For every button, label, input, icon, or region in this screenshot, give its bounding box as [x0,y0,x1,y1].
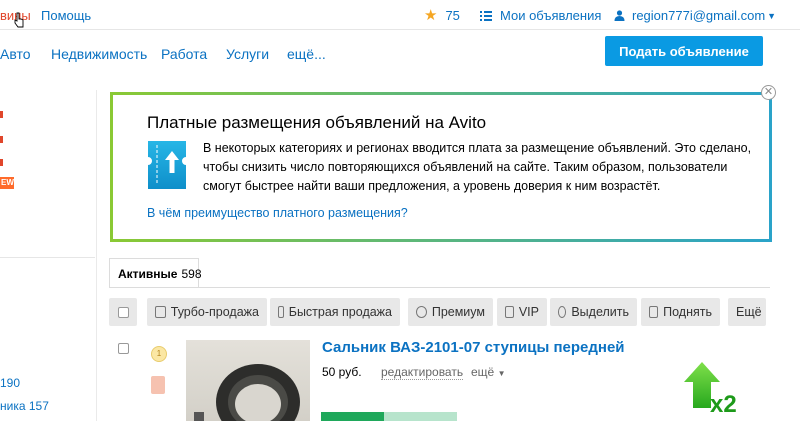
select-all-checkbox[interactable] [117,306,129,318]
edit-listing-link[interactable]: редактировать [381,365,464,380]
sidebar-count[interactable]: ника 157 [0,399,49,413]
premium-button[interactable]: Премиум [408,298,493,326]
turbo-sale-label: Турбо-продажа [170,305,259,319]
listing-checkbox[interactable] [118,343,129,354]
nav-item-more[interactable]: ещё... [287,46,326,62]
chevron-down-icon: ▼ [767,10,777,21]
oil-seal-image [194,364,300,421]
raise-label: Поднять [663,305,712,319]
listing-progress-bar [321,412,457,421]
tab-active[interactable]: Активные 598 [109,258,202,288]
fast-sale-label: Быстрая продажа [288,305,392,319]
listing-thumbnail[interactable] [186,340,310,421]
ticket-icon [148,141,186,189]
vip-button[interactable]: VIP [497,298,547,326]
favorites-link[interactable]: ★ 75 [424,8,460,23]
toolbar-more-button[interactable]: Ещё [728,298,766,326]
highlight-label: Выделить [571,305,629,319]
clock-icon [416,306,427,318]
vip-label: VIP [518,305,539,319]
user-icon [614,10,625,21]
my-ads-label: Мои объявления [500,8,602,23]
chevron-down-icon: ▼ [497,369,506,378]
up-arrow-icon [649,306,659,318]
hand-cursor-icon [14,12,24,28]
gift-icon [278,306,284,318]
sidebar-border [96,90,97,421]
notice-learn-more-link[interactable]: В чём преимущество платного размещения? [147,206,408,220]
list-icon [480,10,492,21]
listing-progress-fill [321,412,384,421]
sidebar-marker [0,136,3,143]
sidebar-marker [0,111,3,118]
sidebar-count[interactable]: 190 [0,376,20,390]
select-all-button[interactable] [109,298,137,326]
listing-more-label: ещё [471,365,495,379]
sidebar-divider [0,257,95,258]
raise-button[interactable]: Поднять [641,298,720,326]
badge-circle-icon: 1 [151,346,167,362]
nav-item-realty[interactable]: Недвижимость [51,46,147,62]
listing-price: 50 руб. [322,365,362,379]
status-badge-icon [151,376,165,394]
listing-title-link[interactable]: Сальник ВАЗ-2101-07 ступицы передней [322,339,625,356]
tab-active-count: 598 [181,266,202,281]
fast-sale-button[interactable]: Быстрая продажа [270,298,400,326]
tab-divider [109,287,770,288]
nav-item-auto[interactable]: Авто [0,46,31,62]
highlight-button[interactable]: Выделить [550,298,637,326]
notice-title: Платные размещения объявлений на Avito [147,113,487,132]
raise-multiplier: x2 [710,391,737,415]
star-icon: ★ [424,7,438,24]
brush-icon [558,306,567,318]
favorites-count: 75 [445,8,460,23]
toolbar-more-label: Ещё [736,305,762,319]
user-email: region777i@gmail.com [632,8,766,23]
sidebar-marker [0,159,3,166]
vip-icon [505,306,514,318]
my-ads-link[interactable]: Мои объявления [480,8,601,23]
top-bar: вины Помощь ★ 75 Мои объявления region77… [0,0,800,30]
new-badge: EW [0,177,14,189]
notice-body: В некоторых категориях и регионах вводит… [203,141,752,193]
nav-item-jobs[interactable]: Работа [161,46,207,62]
listing-more-dropdown[interactable]: ещё ▼ [471,365,506,379]
post-ad-button[interactable]: Подать объявление [605,36,763,66]
user-menu[interactable]: region777i@gmail.com ▼ [614,8,776,23]
top-link-help[interactable]: Помощь [41,8,91,23]
turbo-sale-button[interactable]: Турбо-продажа [147,298,267,326]
premium-label: Премиум [431,305,485,319]
tab-active-label: Активные [118,266,178,281]
close-icon[interactable]: ✕ [761,85,776,100]
raise-x2-icon[interactable]: x2 [680,360,740,415]
gift-icon [155,306,166,318]
nav-item-services[interactable]: Услуги [226,46,269,62]
